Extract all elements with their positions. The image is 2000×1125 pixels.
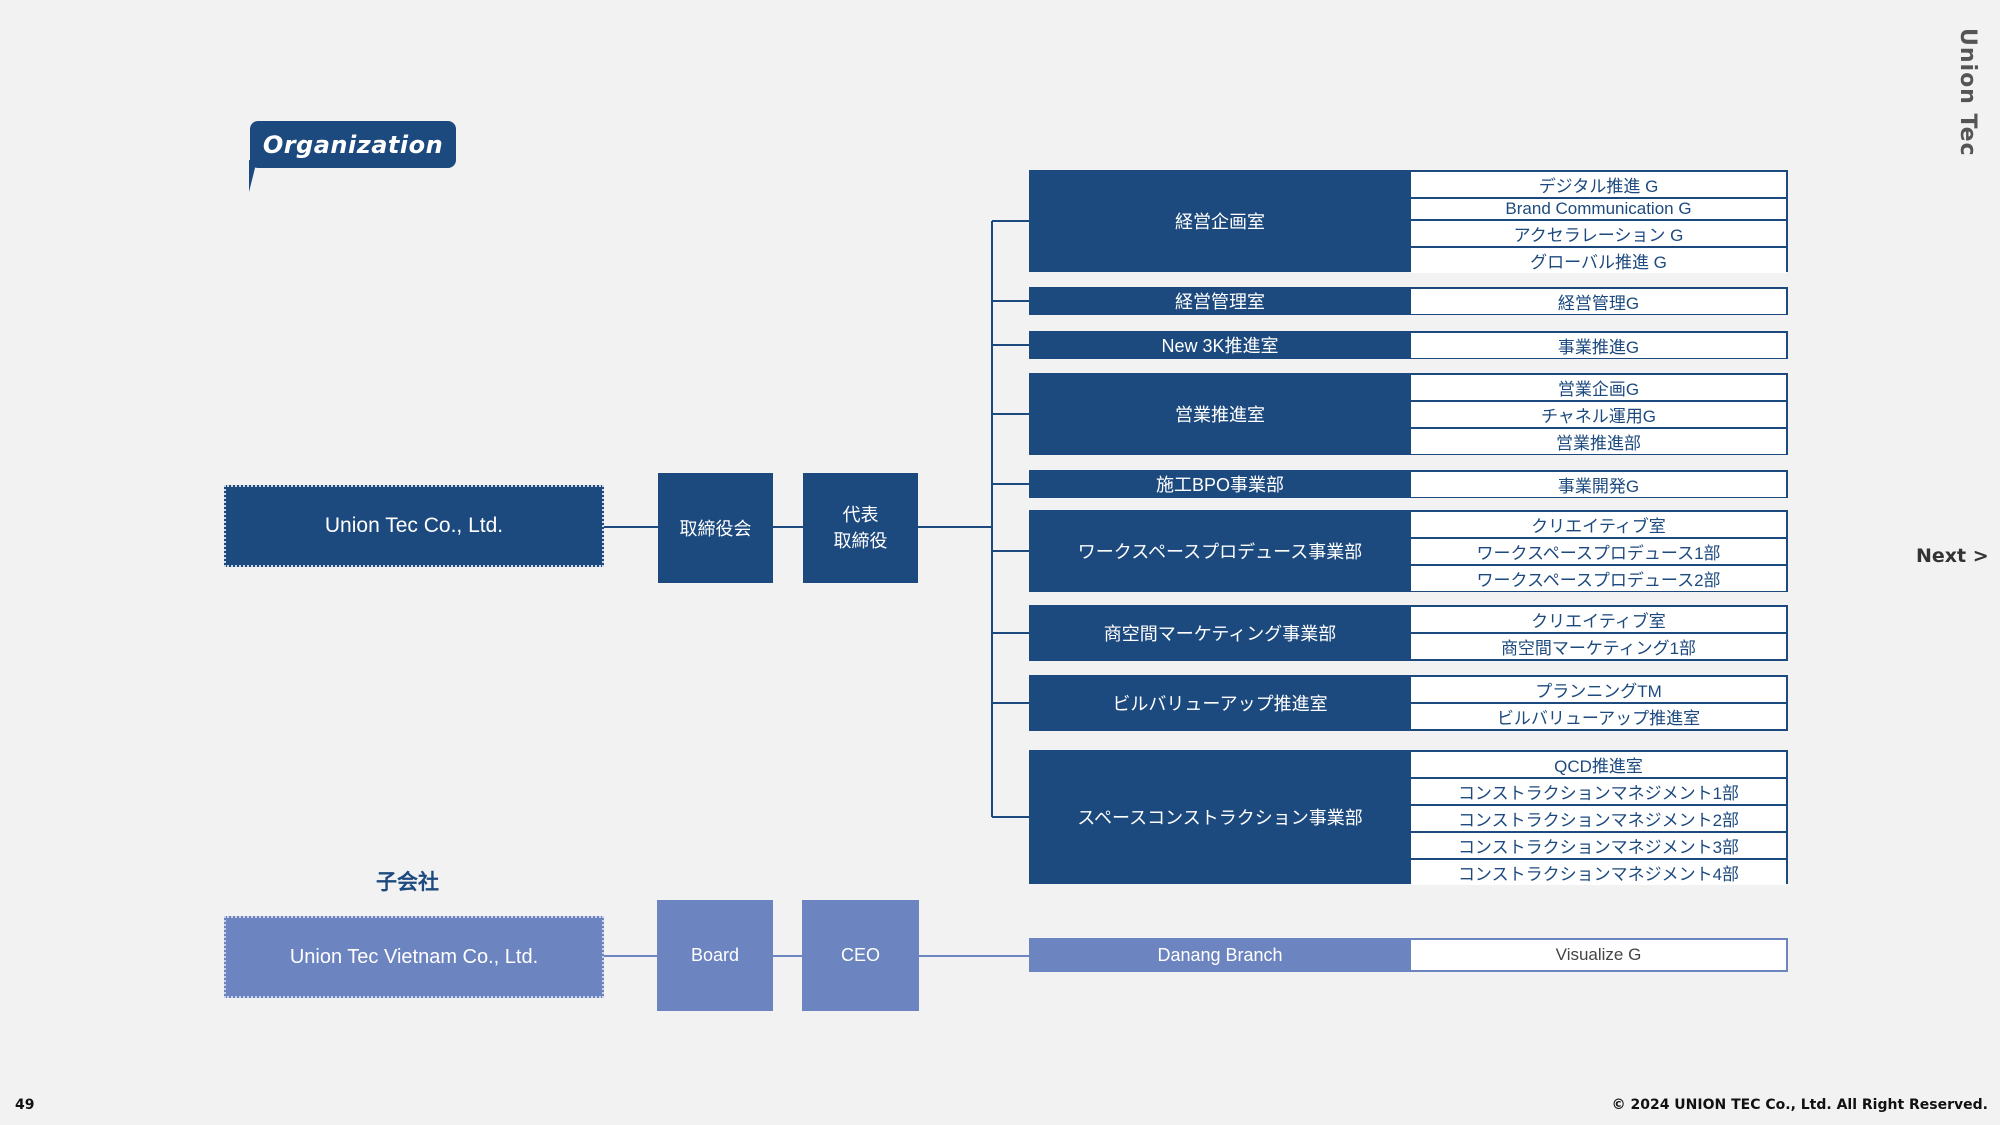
group-item: ワークスペースプロデュース2部 bbox=[1411, 566, 1786, 591]
department-box: 営業推進室 bbox=[1029, 373, 1411, 455]
connector-sub-ceo-branch bbox=[919, 955, 1029, 957]
department-box: New 3K推進室 bbox=[1029, 331, 1411, 359]
group-list: デジタル推進 G Brand Communication G アクセラレーション G… bbox=[1409, 170, 1788, 273]
section-title: Organization bbox=[250, 121, 456, 168]
group-item: コンストラクションマネジメント3部 bbox=[1411, 833, 1786, 858]
group-item: 営業推進部 bbox=[1411, 429, 1786, 454]
group-item: Brand Communication G bbox=[1411, 199, 1786, 219]
group-item: 商空間マーケティング1部 bbox=[1411, 634, 1786, 659]
group-list: クリエイティブ室 商空間マーケティング1部 bbox=[1409, 605, 1788, 661]
group-item: チャネル運用G bbox=[1411, 402, 1786, 427]
department-box: 経営企画室 bbox=[1029, 170, 1411, 272]
group-item: プランニングTM bbox=[1411, 677, 1786, 702]
group-item: アクセラレーション G bbox=[1411, 221, 1786, 246]
department-box: 商空間マーケティング事業部 bbox=[1029, 605, 1411, 661]
department-box: ビルバリューアップ推進室 bbox=[1029, 675, 1411, 731]
board-box: 取締役会 bbox=[658, 473, 773, 583]
parent-company-box: Union Tec Co., Ltd. bbox=[224, 485, 604, 567]
group-item: ビルバリューアップ推進室 bbox=[1411, 704, 1786, 729]
subsidiary-label: 子会社 bbox=[376, 871, 439, 894]
group-item: 営業企画G bbox=[1411, 375, 1786, 400]
group-item: コンストラクションマネジメント2部 bbox=[1411, 806, 1786, 831]
department-box: スペースコンストラクション事業部 bbox=[1029, 750, 1411, 884]
copyright-text: © 2024 UNION TEC Co., Ltd. All Right Res… bbox=[1611, 1097, 1988, 1113]
brand-logo-text: Union Tec bbox=[1955, 28, 1980, 157]
group-item: コンストラクションマネジメント1部 bbox=[1411, 779, 1786, 804]
group-item: コンストラクションマネジメント4部 bbox=[1411, 860, 1786, 885]
subsidiary-board-box: Board bbox=[657, 900, 773, 1011]
department-connector bbox=[992, 550, 1029, 552]
connector-company-board bbox=[604, 526, 658, 528]
subsidiary-ceo-box: CEO bbox=[802, 900, 919, 1011]
group-list: 事業開発G bbox=[1409, 470, 1788, 498]
department-connector bbox=[992, 300, 1029, 302]
group-item: デジタル推進 G bbox=[1411, 172, 1786, 197]
group-list: 経営管理G bbox=[1409, 287, 1788, 315]
department-connector bbox=[992, 632, 1029, 634]
group-item: 経営管理G bbox=[1411, 289, 1786, 314]
group-list: クリエイティブ室 ワークスペースプロデュース1部 ワークスペースプロデュース2部 bbox=[1409, 510, 1788, 592]
department-box: ワークスペースプロデュース事業部 bbox=[1029, 510, 1411, 592]
ceo-label-line1: 代表 bbox=[842, 505, 879, 525]
group-item: 事業推進G bbox=[1411, 333, 1786, 358]
group-list: 事業推進G bbox=[1409, 331, 1788, 359]
department-connector bbox=[992, 483, 1029, 485]
next-button[interactable]: Next > bbox=[1916, 545, 1989, 567]
department-connector bbox=[992, 344, 1029, 346]
department-connector bbox=[992, 702, 1029, 704]
department-connector bbox=[992, 220, 1029, 222]
group-list: QCD推進室 コンストラクションマネジメント1部 コンストラクションマネジメント2部… bbox=[1409, 750, 1788, 885]
group-item: クリエイティブ室 bbox=[1411, 512, 1786, 537]
connector-sub-board-ceo bbox=[773, 955, 802, 957]
connector-board-ceo bbox=[773, 526, 803, 528]
department-box: 経営管理室 bbox=[1029, 287, 1411, 315]
group-item: グローバル推進 G bbox=[1411, 248, 1786, 273]
group-item: QCD推進室 bbox=[1411, 752, 1786, 777]
group-list: プランニングTM ビルバリューアップ推進室 bbox=[1409, 675, 1788, 731]
connector-sub-company-board bbox=[604, 955, 658, 957]
org-spine-line bbox=[991, 221, 993, 817]
subsidiary-group: Visualize G bbox=[1411, 940, 1786, 970]
subsidiary-company-box: Union Tec Vietnam Co., Ltd. bbox=[224, 916, 604, 998]
department-box: 施工BPO事業部 bbox=[1029, 470, 1411, 498]
group-item: クリエイティブ室 bbox=[1411, 607, 1786, 632]
ceo-label-line2: 取締役 bbox=[833, 531, 888, 551]
subsidiary-department: Danang Branch bbox=[1029, 938, 1411, 972]
department-connector bbox=[992, 413, 1029, 415]
speech-bubble-tail bbox=[249, 160, 263, 192]
group-item: 事業開発G bbox=[1411, 472, 1786, 497]
subsidiary-group-list: Visualize G bbox=[1409, 938, 1788, 972]
group-item: ワークスペースプロデュース1部 bbox=[1411, 539, 1786, 564]
department-connector bbox=[992, 816, 1029, 818]
page-number: 49 bbox=[15, 1097, 35, 1113]
group-list: 営業企画G チャネル運用G 営業推進部 bbox=[1409, 373, 1788, 455]
connector-ceo-spine bbox=[918, 526, 992, 528]
ceo-box: 代表 取締役 bbox=[803, 473, 918, 583]
